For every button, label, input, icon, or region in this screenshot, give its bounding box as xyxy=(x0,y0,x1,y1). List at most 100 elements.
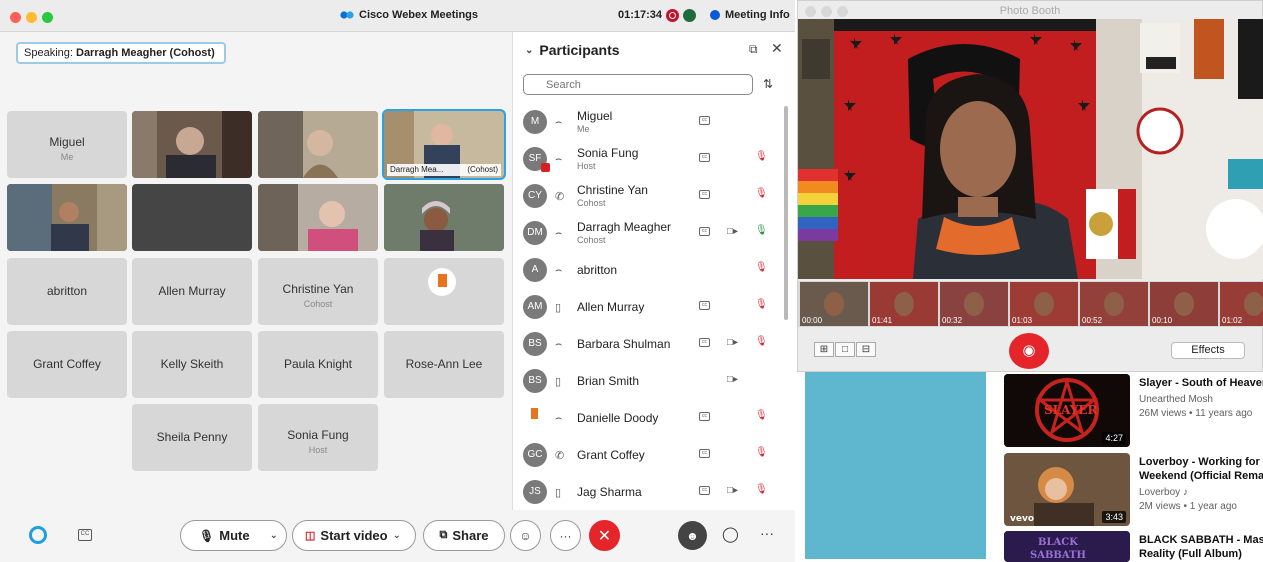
participant-row[interactable]: M ⌢ Miguel Me cc xyxy=(513,104,783,141)
video-tile-allen-murray[interactable]: Allen Murray xyxy=(132,258,252,325)
thumbnail-duration: 01:02 xyxy=(1222,316,1243,325)
video-tile[interactable] xyxy=(258,111,378,178)
video-title-line2[interactable]: Weekend (Official Remaster) xyxy=(1139,469,1263,483)
participants-title: Participants xyxy=(539,42,620,58)
photo-thumbnail[interactable]: 01:03 xyxy=(1010,282,1078,326)
close-icon[interactable]: ✕ xyxy=(771,40,783,57)
participants-panel-header[interactable]: ⌄ Participants xyxy=(525,42,620,58)
closed-captions-icon[interactable]: CC xyxy=(78,529,92,541)
participant-list-scrollbar[interactable] xyxy=(784,106,788,320)
video-channel[interactable]: Loverboy ♪ xyxy=(1139,487,1188,498)
photo-thumbnail[interactable]: 00:52 xyxy=(1080,282,1148,326)
muted-microphone-icon[interactable]: 🎙 xyxy=(755,447,768,458)
participant-row[interactable]: DM ⌢ Darragh Meagher Cohost cc □▸ 🎙 xyxy=(513,215,783,252)
sort-icon[interactable]: ⇅ xyxy=(763,77,773,91)
participant-row[interactable]: ⌢ Danielle Doody cc 🎙 xyxy=(513,400,783,437)
popout-icon[interactable]: ⧉ xyxy=(749,42,758,57)
photo-thumbnail[interactable]: 00:10 xyxy=(1150,282,1218,326)
avatar: A xyxy=(523,258,547,282)
video-tile-sonia-fung[interactable]: Sonia Fung Host xyxy=(258,404,378,471)
video-tile-christine-yan[interactable]: Christine Yan Cohost xyxy=(258,258,378,325)
music-note-icon: ♪ xyxy=(1182,487,1188,498)
muted-microphone-icon[interactable]: 🎙 xyxy=(755,151,768,162)
video-thumbnail[interactable]: BLACK SABBATH xyxy=(1004,531,1130,562)
photo-thumbnail[interactable]: 01:02 xyxy=(1220,282,1263,326)
video-tile[interactable] xyxy=(132,111,252,178)
video-tile[interactable] xyxy=(258,184,378,251)
chevron-down-icon[interactable]: ⌄ xyxy=(270,530,278,541)
participant-row[interactable]: SF ⌢ Sonia Fung Host cc 🎙 xyxy=(513,141,783,178)
muted-microphone-icon[interactable]: 🎙 xyxy=(755,188,768,199)
muted-microphone-icon[interactable]: 🎙 xyxy=(755,336,768,347)
muted-microphone-icon[interactable]: 🎙 xyxy=(755,410,768,421)
share-button[interactable]: ⧉ Share xyxy=(423,520,505,551)
video-tile-off[interactable] xyxy=(132,184,252,251)
video-tile-paula-knight[interactable]: Paula Knight xyxy=(258,331,378,398)
participant-search-input[interactable] xyxy=(523,74,753,95)
photo-thumbnail[interactable]: 01:41 xyxy=(870,282,938,326)
video-title[interactable]: Slayer - South of Heaven xyxy=(1139,376,1263,390)
video-thumbnail[interactable]: SLAYER 4:27 xyxy=(1004,374,1130,447)
video-mode-icon[interactable]: ⊟ xyxy=(856,342,876,357)
video-tile-grant-coffey[interactable]: Grant Coffey xyxy=(7,331,127,398)
muted-microphone-icon[interactable]: 🎙 xyxy=(755,262,768,273)
reactions-icon[interactable]: ☺ xyxy=(510,520,541,551)
camera-shutter-icon[interactable]: ◉ xyxy=(1009,333,1049,369)
video-tile-kelly-skeith[interactable]: Kelly Skeith xyxy=(132,331,252,398)
video-meta: 2M views • 1 year ago xyxy=(1139,501,1237,512)
participant-row[interactable]: A ⌢ abritton 🎙 xyxy=(513,252,783,289)
network-health-icon[interactable] xyxy=(683,9,696,22)
video-tile[interactable] xyxy=(384,184,504,251)
chat-icon[interactable]: ◯ xyxy=(722,525,739,543)
muted-microphone-icon[interactable]: 🎙 xyxy=(755,484,768,495)
muted-microphone-icon[interactable]: 🎙 xyxy=(755,299,768,310)
participant-row[interactable]: BS ▯ Brian Smith □▸ xyxy=(513,363,783,400)
more-icon[interactable]: ··· xyxy=(760,525,774,541)
video-tile-logo[interactable] xyxy=(384,258,504,325)
mute-button[interactable]: 🎙 Mute ⌄ xyxy=(180,520,287,551)
recording-icon[interactable] xyxy=(666,9,679,22)
video-thumbnail[interactable]: vevo 3:43 xyxy=(1004,453,1130,526)
youtube-video-item[interactable]: vevo 3:43 Loverboy - Working for the Wee… xyxy=(998,452,1263,530)
meeting-toolbar: CC 🎙 Mute ⌄ ◫ Start video ⌄ ⧉ Share ☺ ··… xyxy=(0,510,795,562)
share-icon: ⧉ xyxy=(439,529,448,541)
participant-row[interactable]: CY ✆ Christine Yan Cohost cc 🎙 xyxy=(513,178,783,215)
more-options-icon[interactable]: ··· xyxy=(550,520,581,551)
participant-row[interactable]: GC ✆ Grant Coffey cc 🎙 xyxy=(513,437,783,474)
video-tile-miguel[interactable]: Miguel Me xyxy=(7,111,127,178)
effects-button[interactable]: Effects xyxy=(1171,342,1245,359)
headset-icon: ⌢ xyxy=(555,412,563,424)
microphone-icon[interactable]: 🎙 xyxy=(755,225,768,236)
participants-icon[interactable]: ☻ xyxy=(678,521,707,550)
four-photos-icon[interactable]: ⊞ xyxy=(814,342,834,357)
minimize-window-icon[interactable] xyxy=(26,12,37,23)
photo-thumbnail[interactable]: 00:32 xyxy=(940,282,1008,326)
video-title[interactable]: Loverboy - Working for the xyxy=(1139,455,1263,469)
video-tile-abritton[interactable]: abritton xyxy=(7,258,127,325)
video-title-line2[interactable]: Reality (Full Album) xyxy=(1139,547,1242,561)
webex-assistant-icon[interactable] xyxy=(29,526,47,544)
youtube-video-item[interactable]: SLAYER 4:27 Slayer - South of Heaven Une… xyxy=(998,372,1263,450)
video-channel[interactable]: Unearthed Mosh xyxy=(1139,394,1213,405)
leave-meeting-icon[interactable]: ✕ xyxy=(589,520,620,551)
video-tile-darragh[interactable]: Darragh Mea... (Cohost) xyxy=(382,109,506,180)
phone-icon: ✆ xyxy=(555,450,565,462)
zoom-window-icon[interactable] xyxy=(42,12,53,23)
participant-name: Miguel xyxy=(577,109,613,123)
video-name-label: Darragh Mea... (Cohost) xyxy=(387,164,501,176)
participant-row[interactable]: AM ▯ Allen Murray cc 🎙 xyxy=(513,289,783,326)
single-photo-icon[interactable]: □ xyxy=(835,342,855,357)
start-video-button[interactable]: ◫ Start video ⌄ xyxy=(292,520,416,551)
video-title[interactable]: BLACK SABBATH - Master of xyxy=(1139,533,1263,547)
video-tile-rose-ann-lee[interactable]: Rose-Ann Lee xyxy=(384,331,504,398)
chevron-down-icon[interactable]: ⌄ xyxy=(393,530,401,541)
video-tile[interactable] xyxy=(7,184,127,251)
video-tile-sheila-penny[interactable]: Sheila Penny xyxy=(132,404,252,471)
youtube-video-item[interactable]: BLACK SABBATH BLACK SABBATH - Master of R… xyxy=(998,530,1263,562)
photo-thumbnail[interactable]: 00:00 xyxy=(800,282,868,326)
chevron-down-icon[interactable]: ⌄ xyxy=(525,45,533,56)
close-window-icon[interactable] xyxy=(10,12,21,23)
meeting-info-button[interactable]: Meeting Info xyxy=(710,9,790,21)
participant-row[interactable]: BS ⌢ Barbara Shulman cc □▸ 🎙 xyxy=(513,326,783,363)
participant-row[interactable]: JS ▯ Jag Sharma cc □▸ 🎙 xyxy=(513,474,783,511)
